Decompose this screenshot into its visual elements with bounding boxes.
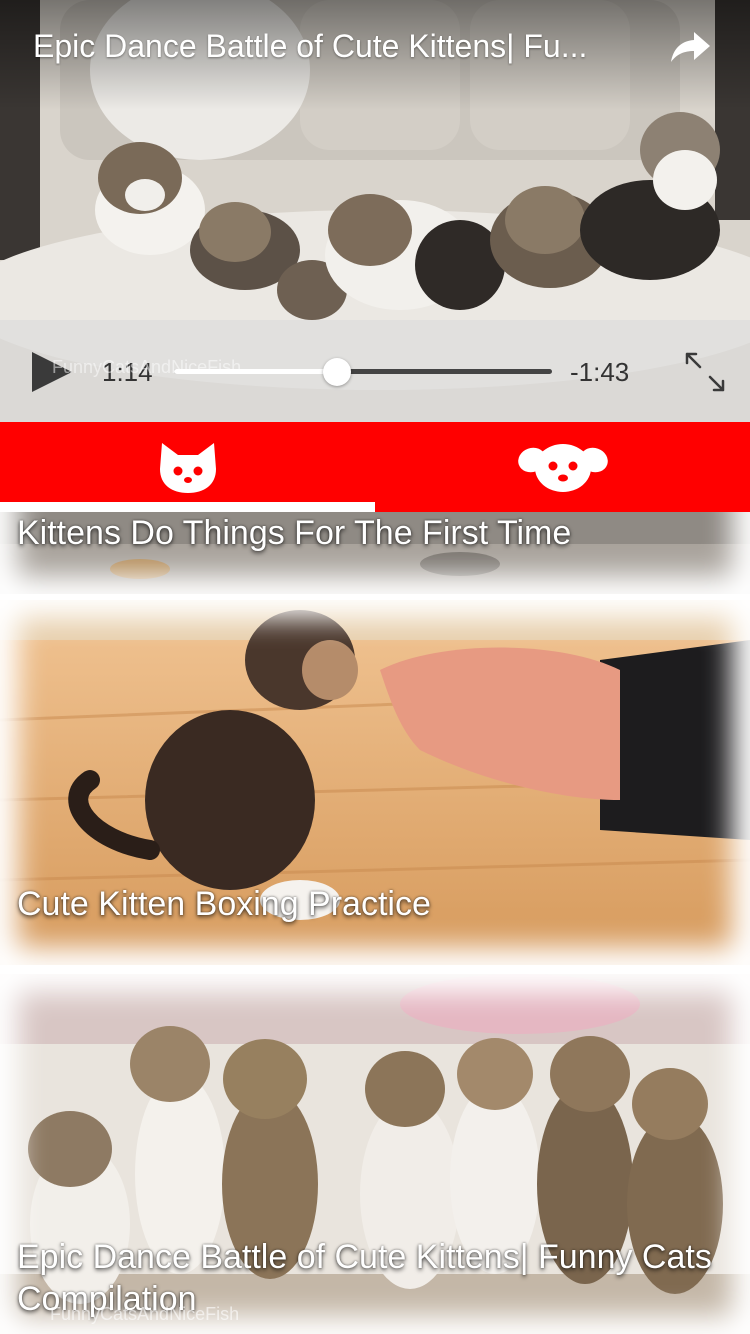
expand-icon[interactable] [684,351,726,393]
video-title: Epic Dance Battle of Cute Kittens| Fu... [33,28,588,64]
list-item[interactable]: Kittens Do Things For The First Time [0,512,750,594]
video-item-title: Cute Kitten Boxing Practice [17,885,431,923]
video-item-title: Kittens Do Things For The First Time [17,514,572,552]
selected-tab-indicator [0,502,375,512]
tab-dogs[interactable] [375,422,750,512]
dog-face-icon [517,444,608,492]
cat-face-icon [159,443,216,493]
tab-cats[interactable] [0,422,375,512]
video-list[interactable]: Kittens Do Things For The First Time Cut… [0,512,750,1334]
video-player[interactable]: Epic Dance Battle of Cute Kittens| Fu...… [0,0,750,422]
video-watermark: FunnyCatsAndNiceFish [52,357,242,377]
video-watermark: FunnyCatsAndNiceFish [50,1304,240,1324]
category-tab-bar [0,422,750,512]
share-arrow-icon[interactable] [668,28,712,66]
list-item[interactable]: Epic Dance Battle of Cute Kittens| Funny… [0,974,750,1334]
remaining-time: -1:43 [570,357,630,387]
seek-bar-thumb[interactable] [322,358,351,386]
list-item[interactable]: Cute Kitten Boxing Practice [0,600,750,965]
